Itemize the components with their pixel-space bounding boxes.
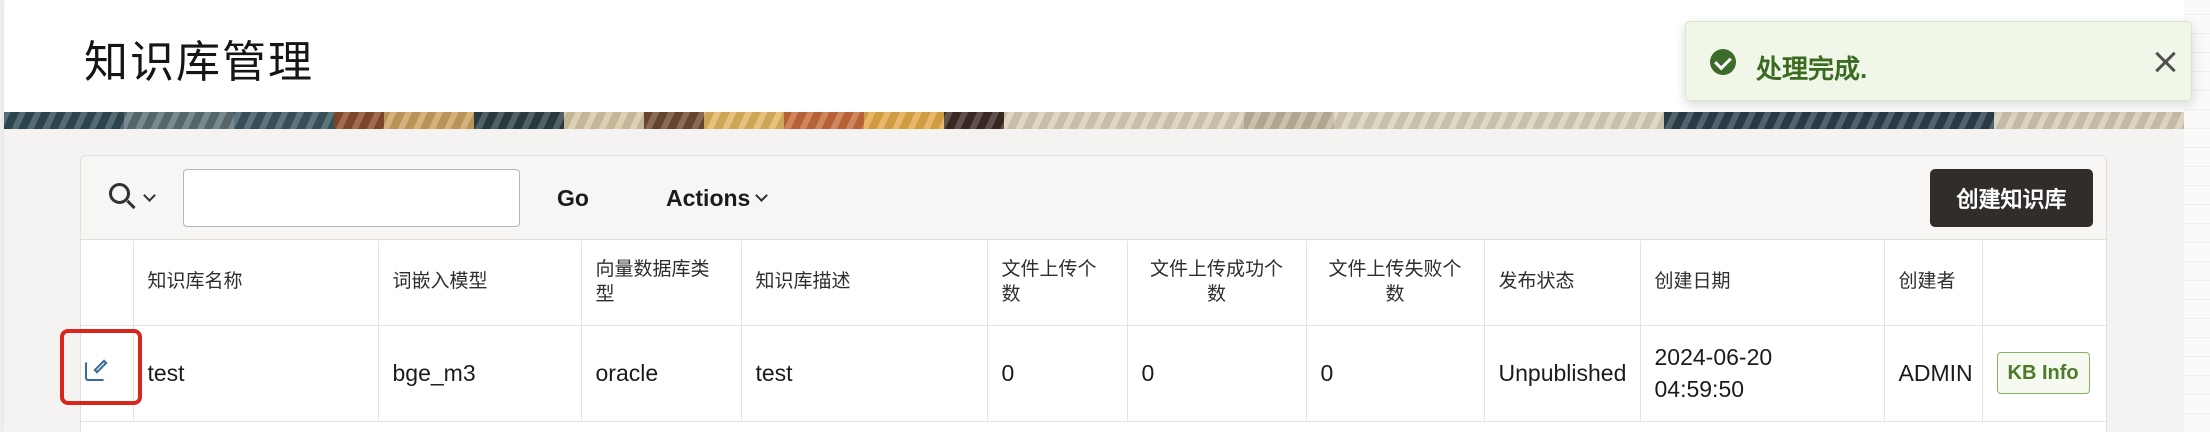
column-header-status[interactable]: 发布状态 [1484,241,1641,326]
table-row: test bge_m3 oracle test 0 0 0 Unpublishe… [60,325,2106,422]
actions-menu-button[interactable]: Actions [646,169,806,227]
column-header-upload-success[interactable]: 文件上传成功个数 [1127,241,1307,326]
table-header-row: 知识库名称 词嵌入模型 向量数据库类型 知识库描述 文件上传个数 文件上传成功个… [81,241,2106,326]
search-input[interactable] [183,169,520,227]
check-circle-icon [1710,49,1736,75]
cell-created-date: 2024-06-20 04:59:50 [1640,325,1885,422]
cell-embedding-model: bge_m3 [378,325,582,422]
column-header-info [1982,241,2106,326]
cell-creator: ADMIN [1884,325,1983,422]
kb-info-button[interactable]: KB Info [1996,352,2090,394]
report-toolbar: Go Actions 创建知识库 [81,156,2106,240]
go-button[interactable]: Go [533,169,613,227]
column-header-name[interactable]: 知识库名称 [133,241,379,326]
cell-upload-success: 0 [1127,325,1307,422]
search-column-menu[interactable] [109,183,165,213]
cell-info: KB Info [1982,325,2106,422]
edit-cell [60,325,142,422]
cell-status: Unpublished [1484,325,1641,422]
report-region: Go Actions 创建知识库 知识库名称 词嵌入模型 向量数据库类型 知识库… [60,155,2107,432]
close-icon[interactable] [2151,48,2179,76]
kb-table: 知识库名称 词嵌入模型 向量数据库类型 知识库描述 文件上传个数 文件上传成功个… [60,241,2106,422]
column-header-upload-failed[interactable]: 文件上传失败个数 [1306,241,1485,326]
create-kb-button[interactable]: 创建知识库 [1930,169,2093,227]
toast-message: 处理完成. [1756,54,1868,84]
cell-upload-failed: 0 [1306,325,1485,422]
created-date: 2024-06-20 [1654,343,1773,370]
cell-upload-count: 0 [987,325,1128,422]
cell-description: test [741,325,988,422]
created-time: 04:59:50 [1654,376,1745,402]
decorative-banner [4,112,2184,129]
column-header-embedding-model[interactable]: 词嵌入模型 [378,241,582,326]
column-header-created-date[interactable]: 创建日期 [1640,241,1885,326]
column-header-creator[interactable]: 创建者 [1884,241,1983,326]
cell-vector-db: oracle [581,325,742,422]
page-title: 知识库管理 [84,37,314,88]
cell-name: test [133,325,379,422]
chevron-down-icon [143,189,156,202]
column-header-vector-db[interactable]: 向量数据库类型 [581,241,742,326]
success-toast: 处理完成. [1685,21,2192,101]
column-header-upload-count[interactable]: 文件上传个数 [987,241,1128,326]
column-header-edit [81,241,134,326]
column-header-description[interactable]: 知识库描述 [741,241,988,326]
edit-icon[interactable] [85,357,109,381]
